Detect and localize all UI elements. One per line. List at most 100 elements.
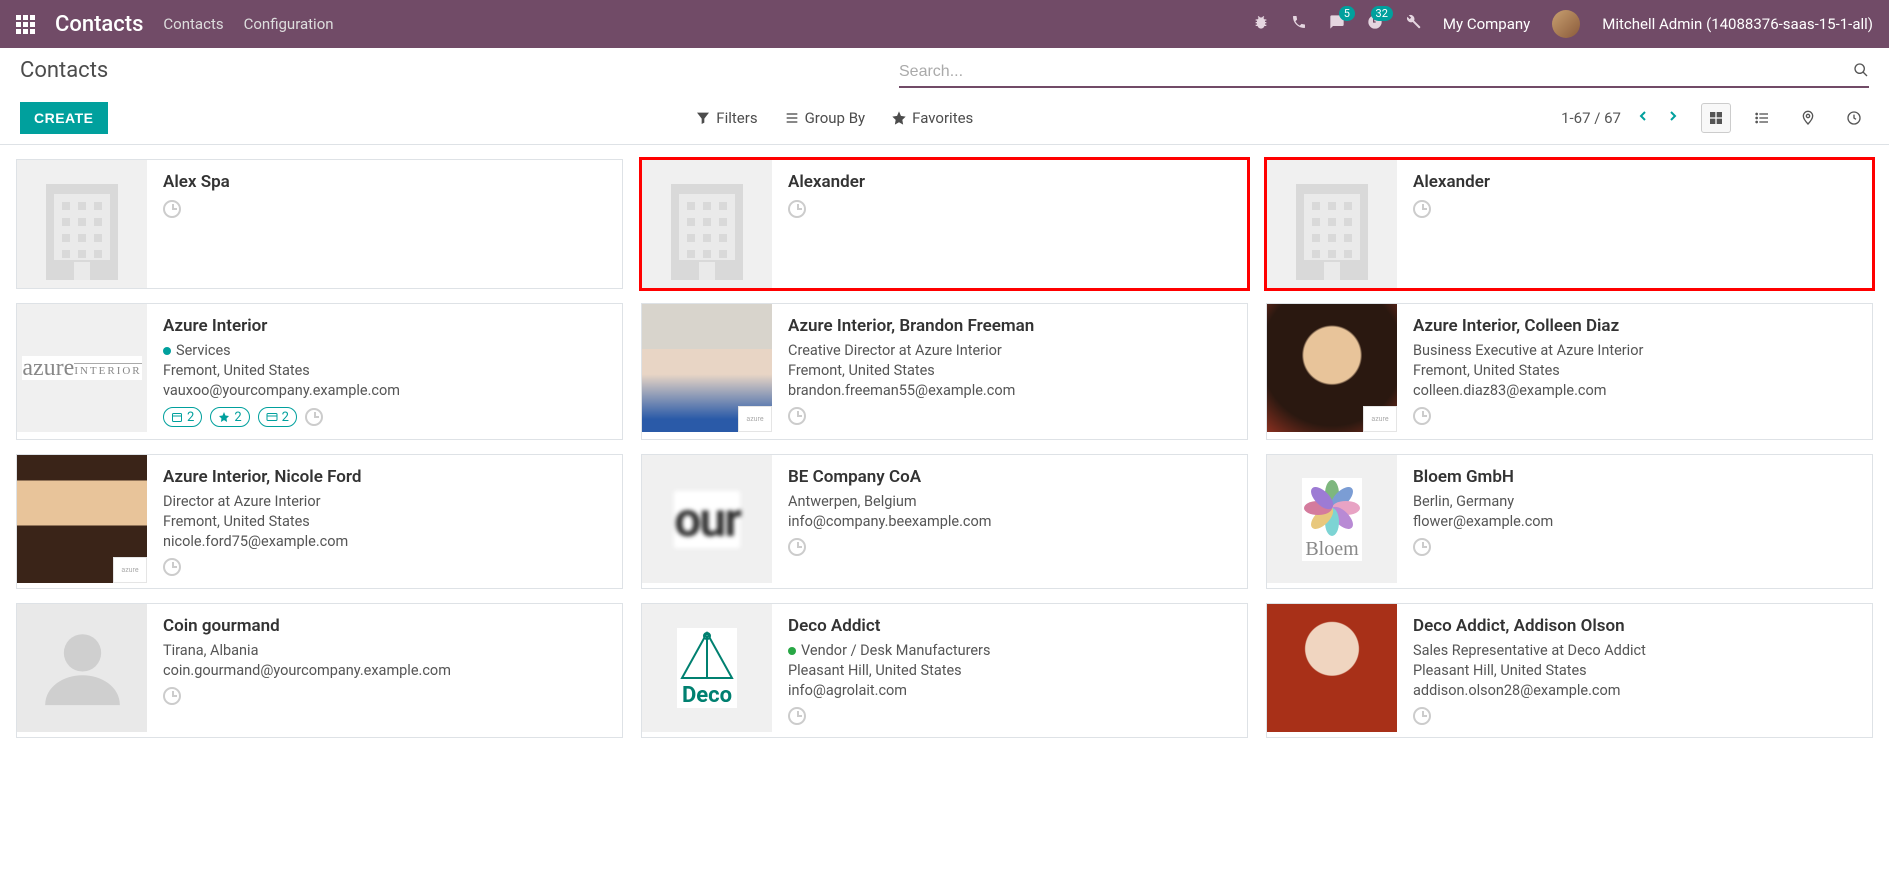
contact-card[interactable]: Deco Deco Addict Vendor / Desk Manufacture… (641, 603, 1248, 738)
pager-prev-icon[interactable] (1635, 108, 1651, 128)
contact-email: flower@example.com (1413, 513, 1856, 530)
kanban-grid: Alex SpaAlexanderAlexanderazureINTERIORA… (0, 145, 1889, 752)
contact-image: Deco (642, 604, 772, 732)
contact-card[interactable]: Deco Addict, Addison Olson Sales Represen… (1266, 603, 1873, 738)
person-placeholder-icon (17, 604, 147, 732)
contact-location: Fremont, United States (1413, 362, 1856, 379)
nav-contacts[interactable]: Contacts (163, 15, 223, 33)
stat-chip[interactable]: 2 (258, 407, 297, 427)
contact-email: colleen.diaz83@example.com (1413, 382, 1856, 399)
navbar: Contacts Contacts Configuration 5 32 My … (0, 0, 1889, 48)
activity-clock-icon[interactable] (788, 538, 806, 556)
contact-email: info@agrolait.com (788, 682, 1231, 699)
contact-location: Fremont, United States (788, 362, 1231, 379)
view-list-icon[interactable] (1747, 103, 1777, 133)
pager: 1-67 / 67 (1561, 108, 1681, 128)
contact-role: Business Executive at Azure Interior (1413, 342, 1856, 359)
contact-email: coin.gourmand@yourcompany.example.com (163, 662, 606, 679)
contact-card[interactable]: Alex Spa (16, 159, 623, 289)
create-button[interactable]: CREATE (20, 102, 108, 134)
search-input[interactable] (899, 63, 1853, 81)
contact-location: Tirana, Albania (163, 642, 606, 659)
contact-card[interactable]: ourBE Company CoAAntwerpen, Belgiuminfo@… (641, 454, 1248, 589)
favorites-dropdown[interactable]: Favorites (891, 109, 973, 127)
company-placeholder-icon (1296, 184, 1368, 280)
activity-clock-icon[interactable] (788, 707, 806, 725)
filters-dropdown[interactable]: Filters (695, 109, 757, 127)
company-sublogo-icon: azure (1363, 406, 1397, 432)
activity-clock-icon[interactable]: 32 (1367, 14, 1383, 34)
contact-card[interactable]: Alexander (1266, 159, 1873, 289)
activity-clock-icon[interactable] (1413, 538, 1431, 556)
contact-card[interactable]: BloemBloem GmbHBerlin, Germanyflower@exa… (1266, 454, 1873, 589)
contact-name: Alexander (1413, 172, 1856, 192)
breadcrumb: Contacts (20, 58, 108, 83)
user-avatar-icon[interactable] (1552, 10, 1580, 38)
company-switcher[interactable]: My Company (1443, 15, 1530, 33)
contact-name: Azure Interior, Nicole Ford (163, 467, 606, 487)
contact-image: Bloem (1267, 455, 1397, 583)
activity-clock-icon[interactable] (788, 407, 806, 425)
activity-clock-icon[interactable] (163, 558, 181, 576)
activity-clock-icon[interactable] (305, 408, 323, 426)
activity-clock-icon[interactable] (163, 200, 181, 218)
activity-clock-icon[interactable] (1413, 407, 1431, 425)
contact-image: azureINTERIOR (17, 304, 147, 432)
app-brand[interactable]: Contacts (55, 12, 143, 37)
contact-role: Sales Representative at Deco Addict (1413, 642, 1856, 659)
company-sublogo-icon: azure (738, 406, 772, 432)
activity-clock-icon[interactable] (1413, 200, 1431, 218)
contact-name: Deco Addict (788, 616, 1231, 636)
user-menu[interactable]: Mitchell Admin (14088376-saas-15-1-all) (1602, 15, 1873, 33)
nav-configuration[interactable]: Configuration (244, 15, 334, 33)
groupby-dropdown[interactable]: Group By (784, 109, 866, 127)
contact-location: Antwerpen, Belgium (788, 493, 1231, 510)
star-icon (891, 110, 907, 126)
apps-icon[interactable] (16, 15, 35, 34)
contact-image (17, 604, 147, 732)
contact-image (1267, 160, 1397, 288)
stat-chip[interactable]: 2 (163, 407, 202, 427)
phone-icon[interactable] (1291, 14, 1307, 34)
funnel-icon (695, 110, 711, 126)
contact-card[interactable]: azureINTERIORAzure InteriorServicesFremo… (16, 303, 623, 440)
activity-clock-icon[interactable] (788, 200, 806, 218)
chat-icon[interactable]: 5 (1329, 14, 1345, 34)
tools-icon[interactable] (1405, 14, 1421, 34)
pager-range[interactable]: 1-67 / 67 (1561, 109, 1621, 127)
contact-image: azure (1267, 304, 1397, 432)
contact-name: Deco Addict, Addison Olson (1413, 616, 1856, 636)
contact-name: Coin gourmand (163, 616, 606, 636)
activity-clock-icon[interactable] (163, 687, 181, 705)
contact-card[interactable]: Coin gourmand Tirana, Albania coin.gourman… (16, 603, 623, 738)
bug-icon[interactable] (1253, 14, 1269, 34)
contact-card[interactable]: azureAzure Interior, Brandon FreemanCrea… (641, 303, 1248, 440)
company-placeholder-icon (46, 184, 118, 280)
pager-next-icon[interactable] (1665, 108, 1681, 128)
company-placeholder-icon (671, 184, 743, 280)
activity-clock-icon[interactable] (1413, 707, 1431, 725)
contact-image: azure (17, 455, 147, 583)
contact-card[interactable]: azureAzure Interior, Nicole FordDirector… (16, 454, 623, 589)
search-box[interactable] (899, 58, 1869, 88)
contact-card[interactable]: azureAzure Interior, Colleen DiazBusines… (1266, 303, 1873, 440)
stat-chip[interactable]: 2 (210, 407, 249, 427)
contact-tag: Services (163, 342, 606, 359)
contact-image (17, 160, 147, 288)
contact-location: Fremont, United States (163, 513, 606, 530)
contact-card[interactable]: Alexander (641, 159, 1248, 289)
search-icon[interactable] (1853, 62, 1869, 82)
contact-email: addison.olson28@example.com (1413, 682, 1856, 699)
view-map-icon[interactable] (1793, 103, 1823, 133)
contact-image: our (642, 455, 772, 583)
contact-location: Pleasant Hill, United States (788, 662, 1231, 679)
contact-name: Alexander (788, 172, 1231, 192)
company-sublogo-icon: azure (113, 557, 147, 583)
contact-location: Fremont, United States (163, 362, 606, 379)
view-kanban-icon[interactable] (1701, 103, 1731, 133)
bloem-logo-icon: Bloem (1302, 478, 1362, 561)
list-icon (784, 110, 800, 126)
contact-email: nicole.ford75@example.com (163, 533, 606, 550)
contact-tag: Vendor / Desk Manufacturers (788, 642, 1231, 659)
view-activity-icon[interactable] (1839, 103, 1869, 133)
